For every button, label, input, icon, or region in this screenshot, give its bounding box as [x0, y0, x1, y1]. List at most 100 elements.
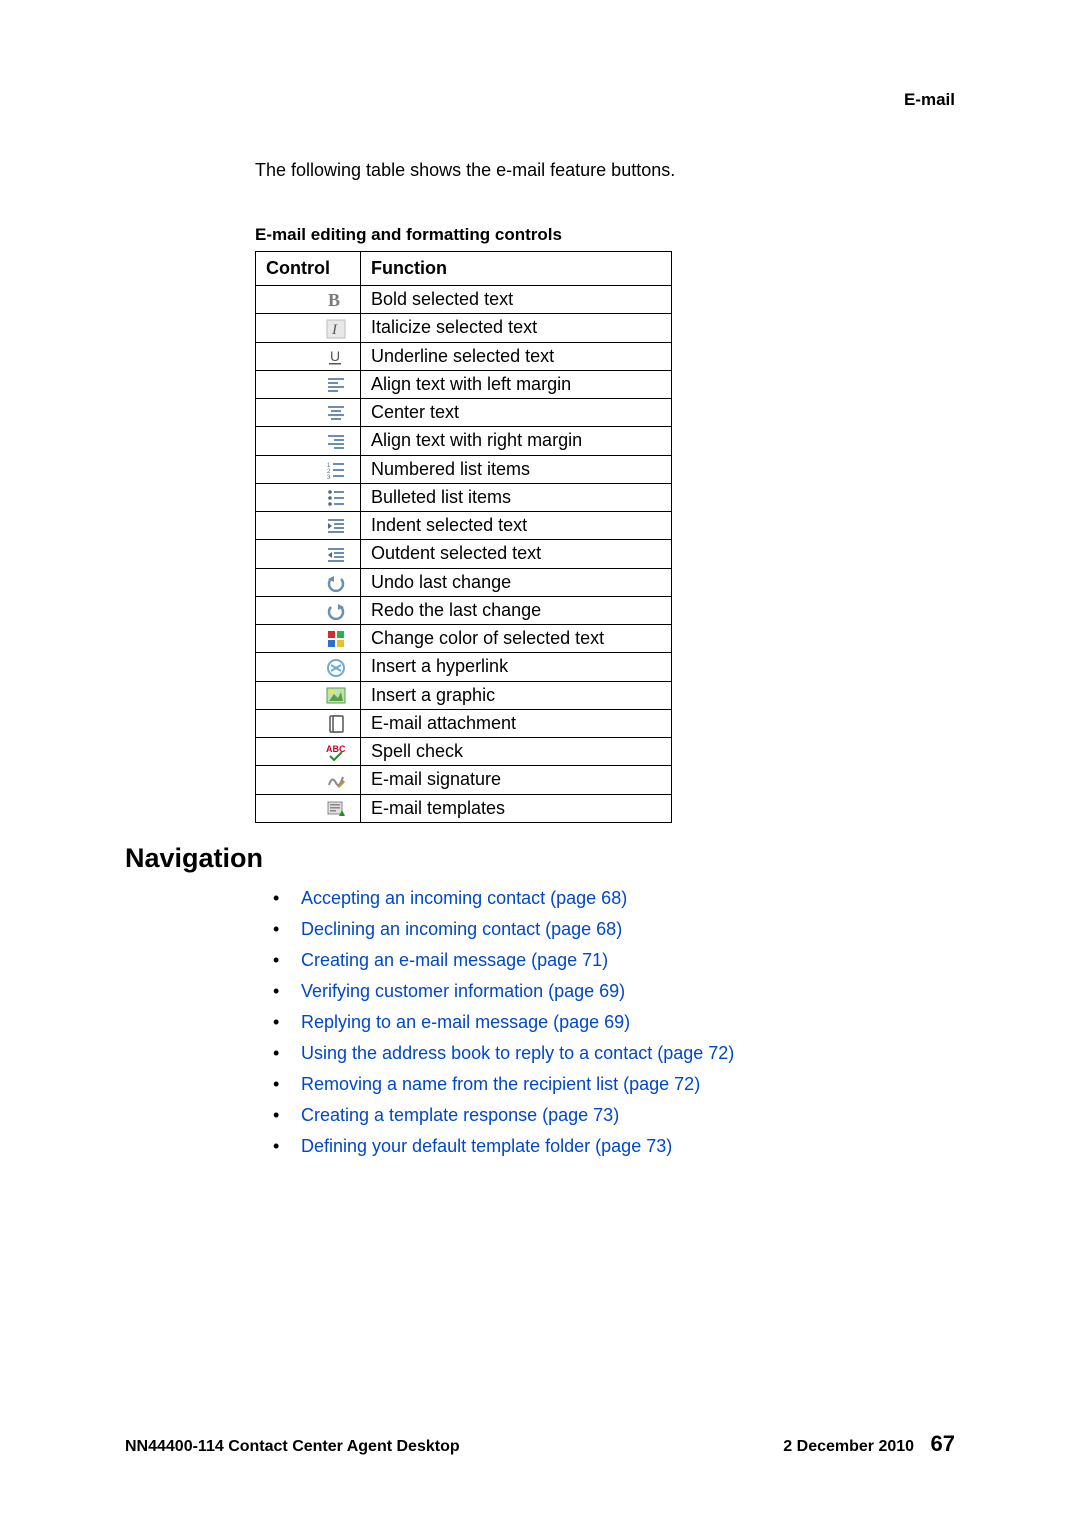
control-cell: [256, 512, 361, 540]
function-cell: Numbered list items: [361, 455, 672, 483]
table-row: E-mail templates: [256, 794, 672, 822]
insert-image-icon: [326, 686, 346, 706]
footer-doc-id: NN44400-114 Contact Center Agent Desktop: [125, 1438, 460, 1456]
control-cell: [256, 709, 361, 737]
nav-item: Removing a name from the recipient list …: [273, 1074, 955, 1095]
hyperlink-icon: [326, 658, 346, 678]
control-cell: [256, 681, 361, 709]
control-cell: [256, 794, 361, 822]
table-row: Insert a hyperlink: [256, 653, 672, 681]
control-cell: [256, 286, 361, 314]
table-row: Underline selected text: [256, 342, 672, 370]
function-cell: Bold selected text: [361, 286, 672, 314]
spellcheck-icon: [326, 742, 346, 762]
undo-icon: [326, 573, 346, 593]
templates-icon: [326, 799, 346, 819]
col-control: Control: [256, 252, 361, 286]
nav-item: Creating a template response (page 73): [273, 1105, 955, 1126]
function-cell: Underline selected text: [361, 342, 672, 370]
nav-link[interactable]: Defining your default template folder (p…: [301, 1136, 672, 1156]
nav-item: Using the address book to reply to a con…: [273, 1043, 955, 1064]
control-cell: [256, 568, 361, 596]
font-color-icon: [326, 629, 346, 649]
table-row: Undo last change: [256, 568, 672, 596]
table-row: Align text with left margin: [256, 370, 672, 398]
table-row: Spell check: [256, 738, 672, 766]
document-page: E-mail The following table shows the e-m…: [0, 0, 1080, 1527]
nav-link[interactable]: Using the address book to reply to a con…: [301, 1043, 734, 1063]
control-cell: [256, 540, 361, 568]
attachment-icon: [326, 714, 346, 734]
table-row: Align text with right margin: [256, 427, 672, 455]
italic-icon: [326, 319, 346, 339]
nav-item: Accepting an incoming contact (page 68): [273, 888, 955, 909]
page-number: 67: [931, 1431, 955, 1456]
control-cell: [256, 738, 361, 766]
table-row: Bold selected text: [256, 286, 672, 314]
control-cell: [256, 766, 361, 794]
function-cell: Undo last change: [361, 568, 672, 596]
controls-table: Control Function Bold selected textItali…: [255, 251, 672, 823]
nav-link[interactable]: Creating a template response (page 73): [301, 1105, 619, 1125]
align-right-icon: [326, 432, 346, 452]
section-header: E-mail: [125, 90, 955, 110]
nav-item: Creating an e-mail message (page 71): [273, 950, 955, 971]
footer-date: 2 December 2010: [783, 1438, 914, 1455]
table-row: Center text: [256, 399, 672, 427]
table-row: Italicize selected text: [256, 314, 672, 342]
function-cell: Italicize selected text: [361, 314, 672, 342]
table-row: Indent selected text: [256, 512, 672, 540]
table-row: E-mail attachment: [256, 709, 672, 737]
function-cell: Redo the last change: [361, 596, 672, 624]
function-cell: Bulleted list items: [361, 483, 672, 511]
nav-item: Verifying customer information (page 69): [273, 981, 955, 1002]
bulleted-list-icon: [326, 488, 346, 508]
navigation-list: Accepting an incoming contact (page 68) D…: [273, 888, 955, 1157]
navigation-heading: Navigation: [125, 843, 955, 874]
nav-item: Defining your default template folder (p…: [273, 1136, 955, 1157]
function-cell: Indent selected text: [361, 512, 672, 540]
align-left-icon: [326, 375, 346, 395]
footer-right: 2 December 2010 67: [783, 1431, 955, 1457]
col-function: Function: [361, 252, 672, 286]
table-row: Bulleted list items: [256, 483, 672, 511]
function-cell: Insert a graphic: [361, 681, 672, 709]
table-row: Change color of selected text: [256, 625, 672, 653]
table-caption: E-mail editing and formatting controls: [255, 225, 955, 245]
control-cell: [256, 399, 361, 427]
table-row: E-mail signature: [256, 766, 672, 794]
nav-link[interactable]: Verifying customer information (page 69): [301, 981, 625, 1001]
control-cell: [256, 314, 361, 342]
indent-icon: [326, 516, 346, 536]
table-row: Insert a graphic: [256, 681, 672, 709]
nav-link[interactable]: Replying to an e-mail message (page 69): [301, 1012, 630, 1032]
nav-item: Declining an incoming contact (page 68): [273, 919, 955, 940]
bold-icon: [326, 290, 346, 310]
nav-link[interactable]: Creating an e-mail message (page 71): [301, 950, 608, 970]
function-cell: Insert a hyperlink: [361, 653, 672, 681]
control-cell: [256, 596, 361, 624]
numbered-list-icon: [326, 460, 346, 480]
signature-icon: [326, 771, 346, 791]
nav-link[interactable]: Removing a name from the recipient list …: [301, 1074, 700, 1094]
intro-paragraph: The following table shows the e-mail fea…: [255, 160, 955, 181]
function-cell: Change color of selected text: [361, 625, 672, 653]
table-row: Redo the last change: [256, 596, 672, 624]
control-cell: [256, 427, 361, 455]
control-cell: [256, 483, 361, 511]
redo-icon: [326, 601, 346, 621]
nav-item: Replying to an e-mail message (page 69): [273, 1012, 955, 1033]
function-cell: E-mail signature: [361, 766, 672, 794]
control-cell: [256, 653, 361, 681]
function-cell: E-mail attachment: [361, 709, 672, 737]
nav-link[interactable]: Accepting an incoming contact (page 68): [301, 888, 627, 908]
function-cell: Align text with right margin: [361, 427, 672, 455]
function-cell: Center text: [361, 399, 672, 427]
control-cell: [256, 342, 361, 370]
control-cell: [256, 625, 361, 653]
page-footer: NN44400-114 Contact Center Agent Desktop…: [125, 1431, 955, 1457]
align-center-icon: [326, 403, 346, 423]
function-cell: E-mail templates: [361, 794, 672, 822]
nav-link[interactable]: Declining an incoming contact (page 68): [301, 919, 622, 939]
table-row: Numbered list items: [256, 455, 672, 483]
